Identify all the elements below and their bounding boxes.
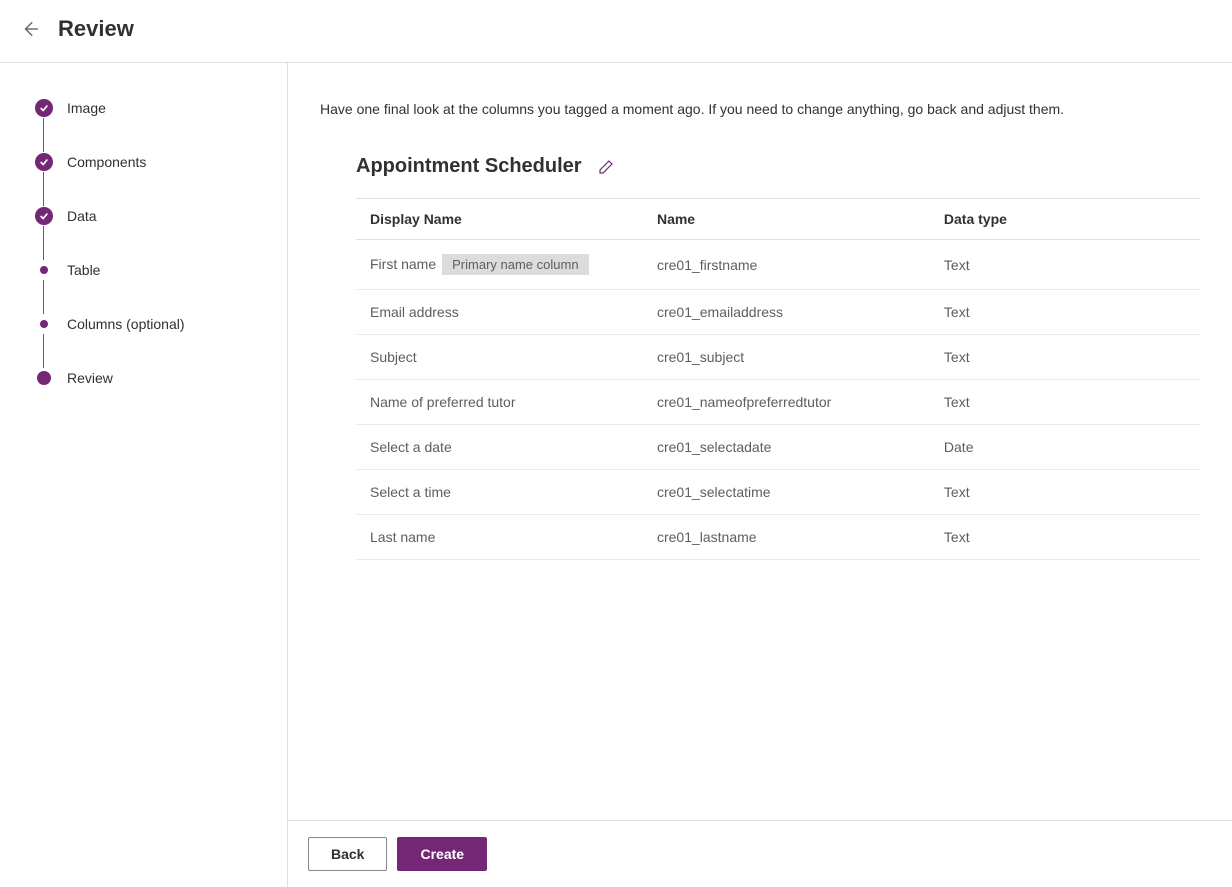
back-arrow-icon[interactable] [20, 19, 40, 39]
step-item[interactable]: Data [35, 206, 267, 226]
cell-name: cre01_subject [643, 335, 930, 380]
step-label: Components [67, 154, 146, 170]
table-row[interactable]: First name Primary name column cre01_first… [356, 240, 1200, 290]
footer: Back Create [288, 820, 1232, 887]
display-name-text: Select a date [370, 439, 452, 455]
step-item[interactable]: Columns (optional) [35, 314, 267, 334]
display-name-text: Last name [370, 529, 435, 545]
cell-data-type: Text [930, 240, 1200, 290]
col-header-display: Display Name [356, 199, 643, 240]
columns-table: Display Name Name Data type First name Pr… [356, 198, 1200, 560]
display-name-text: Name of preferred tutor [370, 394, 516, 410]
step-connector [43, 226, 44, 260]
body: Image Components Data Table Columns (optiona… [0, 63, 1232, 887]
checkmark-icon [35, 207, 53, 225]
cell-display-name: Email address [356, 290, 643, 335]
display-name-text: Email address [370, 304, 459, 320]
table-row[interactable]: Select a time cre01_selectatimeText [356, 470, 1200, 515]
step-item[interactable]: Table [35, 260, 267, 280]
step-label: Image [67, 100, 106, 116]
cell-data-type: Text [930, 290, 1200, 335]
table-row[interactable]: Email address cre01_emailaddressText [356, 290, 1200, 335]
cell-data-type: Text [930, 335, 1200, 380]
cell-display-name: Last name [356, 515, 643, 560]
cell-name: cre01_selectatime [643, 470, 930, 515]
steps-list: Image Components Data Table Columns (optiona… [35, 98, 267, 388]
step-dot-icon [37, 371, 51, 385]
step-dot-icon [40, 266, 48, 274]
cell-name: cre01_lastname [643, 515, 930, 560]
pencil-icon [598, 159, 614, 175]
cell-display-name: Name of preferred tutor [356, 380, 643, 425]
table-row[interactable]: Select a date cre01_selectadateDate [356, 425, 1200, 470]
cell-data-type: Text [930, 380, 1200, 425]
back-button[interactable]: Back [308, 837, 387, 871]
step-label: Data [67, 208, 97, 224]
step-label: Review [67, 370, 113, 386]
display-name-text: First name [370, 256, 436, 272]
step-item[interactable]: Components [35, 152, 267, 172]
cell-display-name: First name Primary name column [356, 240, 643, 290]
edit-title-button[interactable] [596, 157, 616, 177]
table-row[interactable]: Subject cre01_subjectText [356, 335, 1200, 380]
checkmark-icon [35, 99, 53, 117]
step-connector [43, 118, 44, 152]
step-connector [43, 172, 44, 206]
cell-data-type: Date [930, 425, 1200, 470]
cell-name: cre01_emailaddress [643, 290, 930, 335]
display-name-text: Subject [370, 349, 417, 365]
cell-data-type: Text [930, 515, 1200, 560]
checkmark-icon [35, 153, 53, 171]
display-name-text: Select a time [370, 484, 451, 500]
primary-name-badge: Primary name column [442, 254, 588, 275]
cell-name: cre01_selectadate [643, 425, 930, 470]
table-header-row: Display Name Name Data type [356, 199, 1200, 240]
table-row[interactable]: Name of preferred tutor cre01_nameofprefe… [356, 380, 1200, 425]
col-header-type: Data type [930, 199, 1200, 240]
cell-display-name: Select a date [356, 425, 643, 470]
col-header-name: Name [643, 199, 930, 240]
cell-display-name: Subject [356, 335, 643, 380]
content-area: Have one final look at the columns you t… [288, 63, 1232, 887]
step-label: Table [67, 262, 100, 278]
create-button[interactable]: Create [397, 837, 487, 871]
header: Review [0, 0, 1232, 63]
page-title: Review [58, 16, 134, 42]
step-connector [43, 334, 44, 368]
step-dot-icon [40, 320, 48, 328]
step-item[interactable]: Review [35, 368, 267, 388]
step-label: Columns (optional) [67, 316, 185, 332]
cell-name: cre01_firstname [643, 240, 930, 290]
table-body: First name Primary name column cre01_first… [356, 240, 1200, 560]
step-item[interactable]: Image [35, 98, 267, 118]
intro-text: Have one final look at the columns you t… [320, 101, 1200, 117]
cell-display-name: Select a time [356, 470, 643, 515]
content-scroll: Have one final look at the columns you t… [288, 63, 1232, 820]
cell-name: cre01_nameofpreferredtutor [643, 380, 930, 425]
cell-data-type: Text [930, 470, 1200, 515]
step-connector [43, 280, 44, 314]
table-section: Appointment Scheduler Display Name Name … [356, 155, 1200, 560]
table-row[interactable]: Last name cre01_lastnameText [356, 515, 1200, 560]
sidebar: Image Components Data Table Columns (optiona… [0, 63, 288, 887]
table-title: Appointment Scheduler [356, 155, 582, 178]
table-title-row: Appointment Scheduler [356, 155, 1200, 178]
